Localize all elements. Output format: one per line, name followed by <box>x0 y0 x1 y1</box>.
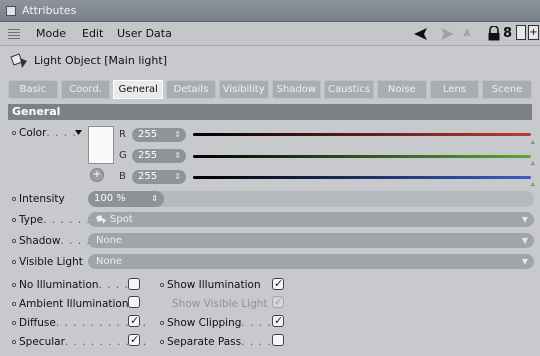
spot-light-icon <box>96 215 106 224</box>
intensity-slider[interactable]: 100 % ⇕ <box>88 191 534 207</box>
up-arrow-icon[interactable] <box>463 28 471 40</box>
color-swatch[interactable] <box>88 126 114 164</box>
tab-caustics[interactable]: Caustics <box>324 80 374 99</box>
panel-restore-icon[interactable] <box>516 25 526 40</box>
channel-b-label: B <box>119 171 126 182</box>
slider-end-marker: ▵ <box>531 159 535 167</box>
window-title-bar: Attributes <box>0 0 540 22</box>
tab-scene[interactable]: Scene <box>482 80 533 99</box>
show-visible-light-checkbox[interactable] <box>272 295 284 308</box>
forward-arrow-icon[interactable] <box>440 28 454 40</box>
object-header: Light Object [Main light] <box>0 47 540 75</box>
animate-bullet-icon[interactable] <box>12 283 16 287</box>
show-illumination-checkbox[interactable] <box>272 277 284 290</box>
channel-r-field[interactable]: 255 ⇕ <box>132 128 186 142</box>
intensity-label: Intensity <box>12 193 65 205</box>
animate-bullet-icon[interactable] <box>12 340 16 344</box>
show-visible-light-label: Show Visible Light <box>172 298 268 310</box>
back-arrow-icon[interactable] <box>414 28 428 40</box>
ambient-illumination-label: Ambient Illumination <box>12 298 129 310</box>
add-color-button[interactable]: + <box>90 168 104 182</box>
visible-light-label: Visible Light <box>12 256 83 268</box>
tab-shadow[interactable]: Shadow <box>271 80 322 99</box>
spot-light-icon <box>10 53 27 68</box>
animate-bullet-icon[interactable] <box>12 239 16 243</box>
animate-bullet-icon[interactable] <box>12 321 16 325</box>
channel-g-slider[interactable] <box>193 155 531 158</box>
tab-lens[interactable]: Lens <box>429 80 480 99</box>
tab-details[interactable]: Details <box>166 80 216 99</box>
color-label: Color. . . . <box>12 127 77 139</box>
menu-edit[interactable]: Edit <box>82 27 103 40</box>
dropdown-arrow-icon: ▼ <box>521 215 528 224</box>
window-title: Attributes <box>22 4 77 17</box>
diffuse-label: Diffuse. . . . . . . . . . . <box>12 317 147 329</box>
animate-bullet-icon[interactable] <box>12 218 16 222</box>
tab-visibility[interactable]: Visibility <box>218 80 269 99</box>
animate-bullet-icon[interactable] <box>160 321 164 325</box>
animate-bullet-icon[interactable] <box>160 283 164 287</box>
type-label: Type. . . . . . . <box>12 214 100 226</box>
tab-general[interactable]: General <box>113 80 164 99</box>
type-dropdown[interactable]: Spot ▼ <box>88 212 534 227</box>
lock-count: 8 <box>503 26 513 41</box>
spinner-icon[interactable]: ⇕ <box>174 128 181 142</box>
tab-basic[interactable]: Basic <box>8 80 58 99</box>
shadow-label: Shadow. . . . <box>12 235 91 247</box>
window-icon <box>6 6 16 16</box>
channel-g-field[interactable]: 255 ⇕ <box>132 149 186 163</box>
color-dropdown-icon[interactable] <box>75 130 82 135</box>
show-illumination-label: Show Illumination <box>160 279 261 291</box>
panel-add-icon[interactable]: + <box>528 25 539 40</box>
shadow-dropdown[interactable]: None ▼ <box>88 233 534 248</box>
animate-bullet-icon[interactable] <box>160 340 164 344</box>
animate-bullet-icon[interactable] <box>12 302 16 306</box>
animate-bullet-icon[interactable] <box>12 197 16 201</box>
slider-end-marker: ▵ <box>531 138 535 146</box>
menu-user-data[interactable]: User Data <box>117 27 172 40</box>
slider-end-marker: ▵ <box>531 180 535 188</box>
channel-r-label: R <box>119 129 126 140</box>
lock-icon[interactable] <box>488 26 500 41</box>
spinner-icon[interactable]: ⇕ <box>174 149 181 163</box>
visible-light-dropdown[interactable]: None ▼ <box>88 254 534 269</box>
tab-coord[interactable]: Coord. <box>60 80 111 99</box>
show-clipping-checkbox[interactable] <box>272 314 284 327</box>
channel-g-label: G <box>119 150 127 161</box>
diffuse-checkbox[interactable] <box>128 314 140 327</box>
channel-b-slider[interactable] <box>193 176 531 179</box>
grip-icon[interactable] <box>8 27 22 41</box>
specular-checkbox[interactable] <box>128 333 140 346</box>
no-illumination-checkbox[interactable] <box>128 278 140 290</box>
menu-bar: Mode Edit User Data 8 + <box>0 22 540 46</box>
channel-b-field[interactable]: 255 ⇕ <box>132 170 186 184</box>
channel-r-slider[interactable] <box>193 133 531 136</box>
tab-bar: Basic Coord. General Details Visibility … <box>8 80 533 99</box>
spinner-icon[interactable]: ⇕ <box>174 170 181 184</box>
tab-noise[interactable]: Noise <box>376 80 427 99</box>
separate-pass-checkbox[interactable] <box>272 334 284 346</box>
no-illumination-label: No Illumination. . . . . <box>12 279 138 291</box>
intensity-field[interactable]: 100 % ⇕ <box>88 191 164 207</box>
object-title: Light Object [Main light] <box>34 54 167 67</box>
dropdown-arrow-icon: ▼ <box>521 257 528 266</box>
section-header: General <box>8 104 532 120</box>
dropdown-arrow-icon: ▼ <box>521 236 528 245</box>
spinner-icon[interactable]: ⇕ <box>151 191 158 207</box>
animate-bullet-icon[interactable] <box>12 260 16 264</box>
show-clipping-label: Show Clipping. . . . <box>160 317 272 329</box>
menu-mode[interactable]: Mode <box>36 27 66 40</box>
animate-bullet-icon[interactable] <box>12 131 16 135</box>
ambient-illumination-checkbox[interactable] <box>128 296 140 308</box>
separate-pass-label: Separate Pass. . . . <box>160 336 272 348</box>
